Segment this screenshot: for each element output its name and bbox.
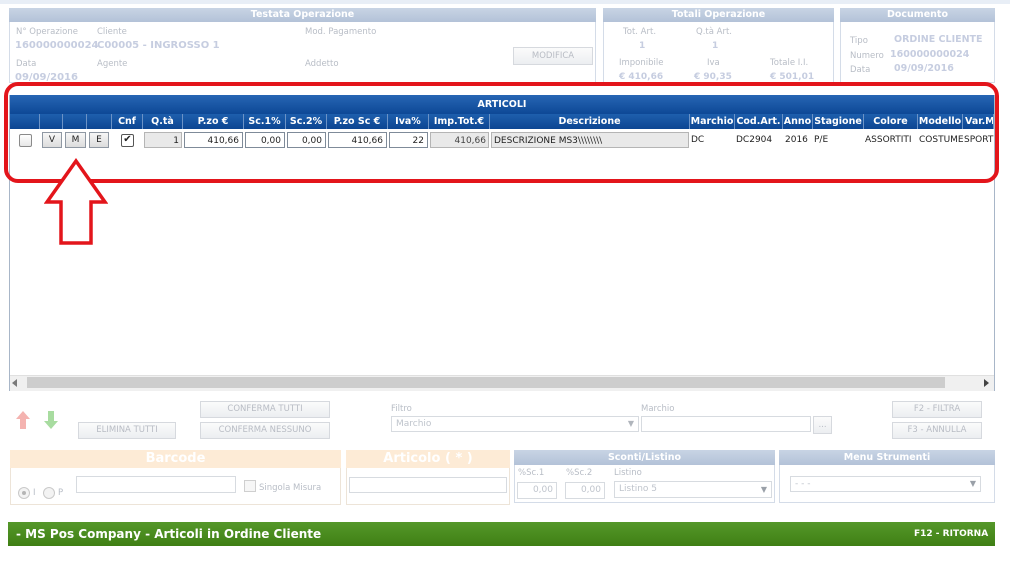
iva-value: € 90,35 (694, 72, 732, 82)
filtro-select[interactable]: Marchio ▼ (391, 416, 639, 432)
scroll-left-arrow-icon[interactable] (12, 379, 17, 387)
testata-header: Testata Operazione (9, 8, 596, 22)
sc1-label: %Sc.1 (518, 468, 545, 478)
num-op-value: 160000000024 (15, 40, 99, 51)
sconti-header: Sconti/Listino (514, 450, 775, 465)
marchio-lookup-button[interactable]: ... (813, 416, 832, 434)
chevron-down-icon: ▼ (969, 479, 976, 488)
elimina-tutti-button[interactable]: ELIMINA TUTTI (78, 422, 176, 439)
marchio-input[interactable] (641, 416, 811, 432)
imponibile-label: Imponibile (619, 58, 664, 68)
filtro-select-value: Marchio (396, 419, 432, 429)
tipo-value: ORDINE CLIENTE (894, 34, 983, 45)
radio-i-dot (22, 491, 26, 495)
radio-p-label: P (58, 488, 64, 498)
menu-strumenti-header: Menu Strumenti (779, 450, 995, 465)
documento-data-value: 09/09/2016 (894, 63, 954, 74)
f3-annulla-button[interactable]: F3 - ANNULLA (892, 422, 982, 439)
radio-p[interactable] (43, 487, 55, 499)
menu-strumenti-select[interactable]: - - - ▼ (790, 476, 981, 492)
scrollbar-thumb[interactable] (27, 377, 945, 388)
listino-select[interactable]: Listino 5 ▼ (614, 481, 772, 498)
menu-strumenti-value: - - - (795, 479, 811, 489)
singola-misura-checkbox[interactable] (244, 480, 256, 492)
num-op-label: N° Operazione (16, 27, 78, 37)
f12-ritorna-button[interactable]: F12 - RITORNA (914, 529, 988, 539)
footer-title: - MS Pos Company - Articoli in Ordine Cl… (16, 527, 322, 541)
radio-i[interactable] (18, 487, 30, 499)
totale-value: € 501,01 (770, 72, 815, 82)
agente-label: Agente (97, 59, 128, 69)
singola-misura-label: Singola Misura (259, 483, 322, 493)
mod-pag-label: Mod. Pagamento (305, 27, 377, 37)
barcode-header: Barcode (10, 450, 341, 468)
filtro-label: Filtro (391, 404, 412, 414)
numero-label: Numero (850, 51, 884, 61)
imponibile-value: € 410,66 (619, 72, 664, 82)
tot-art-label: Tot. Art. (623, 27, 657, 37)
f2-filtra-button[interactable]: F2 - FILTRA (892, 401, 982, 418)
totali-header: Totali Operazione (603, 8, 834, 22)
tipo-label: Tipo (850, 36, 868, 46)
annotation-arrow-icon (44, 158, 108, 245)
chevron-down-icon: ▼ (760, 485, 767, 494)
data-label: Data (16, 59, 37, 69)
documento-header: Documento (840, 8, 995, 22)
documento-data-label: Data (850, 65, 871, 75)
top-border-line (0, 0, 1010, 4)
move-down-arrow-icon[interactable] (43, 410, 59, 430)
sc2-label: %Sc.2 (566, 468, 593, 478)
move-up-arrow-icon[interactable] (15, 410, 31, 430)
annotation-highlight-box (4, 82, 999, 183)
articolo-header: Articolo ( * ) (346, 450, 510, 468)
sc1-input[interactable]: 0,00 (517, 482, 557, 499)
marchio-label: Marchio (641, 404, 675, 414)
numero-value: 160000000024 (890, 49, 970, 60)
iva-label: Iva (707, 58, 720, 68)
listino-select-value: Listino 5 (619, 484, 658, 494)
barcode-input[interactable] (76, 476, 236, 493)
articolo-input[interactable] (349, 477, 507, 493)
conferma-tutti-button[interactable]: CONFERMA TUTTI (200, 401, 330, 418)
radio-i-label: I (33, 488, 36, 498)
qta-art-value: 1 (712, 41, 719, 51)
listino-label: Listino (614, 468, 642, 478)
chevron-down-icon: ▼ (627, 419, 634, 428)
addetto-label: Addetto (305, 59, 339, 69)
sc2-input[interactable]: 0,00 (565, 482, 605, 499)
totale-label: Totale I.I. (770, 58, 809, 68)
scroll-right-arrow-icon[interactable] (984, 379, 989, 387)
conferma-nessuno-button[interactable]: CONFERMA NESSUNO (200, 422, 330, 439)
cliente-value: C00005 - INGROSSO 1 (97, 40, 220, 51)
cliente-label: Cliente (97, 27, 127, 37)
qta-art-label: Q.tà Art. (696, 27, 732, 37)
modifica-button[interactable]: MODIFICA (513, 47, 593, 65)
tot-art-value: 1 (639, 41, 646, 51)
